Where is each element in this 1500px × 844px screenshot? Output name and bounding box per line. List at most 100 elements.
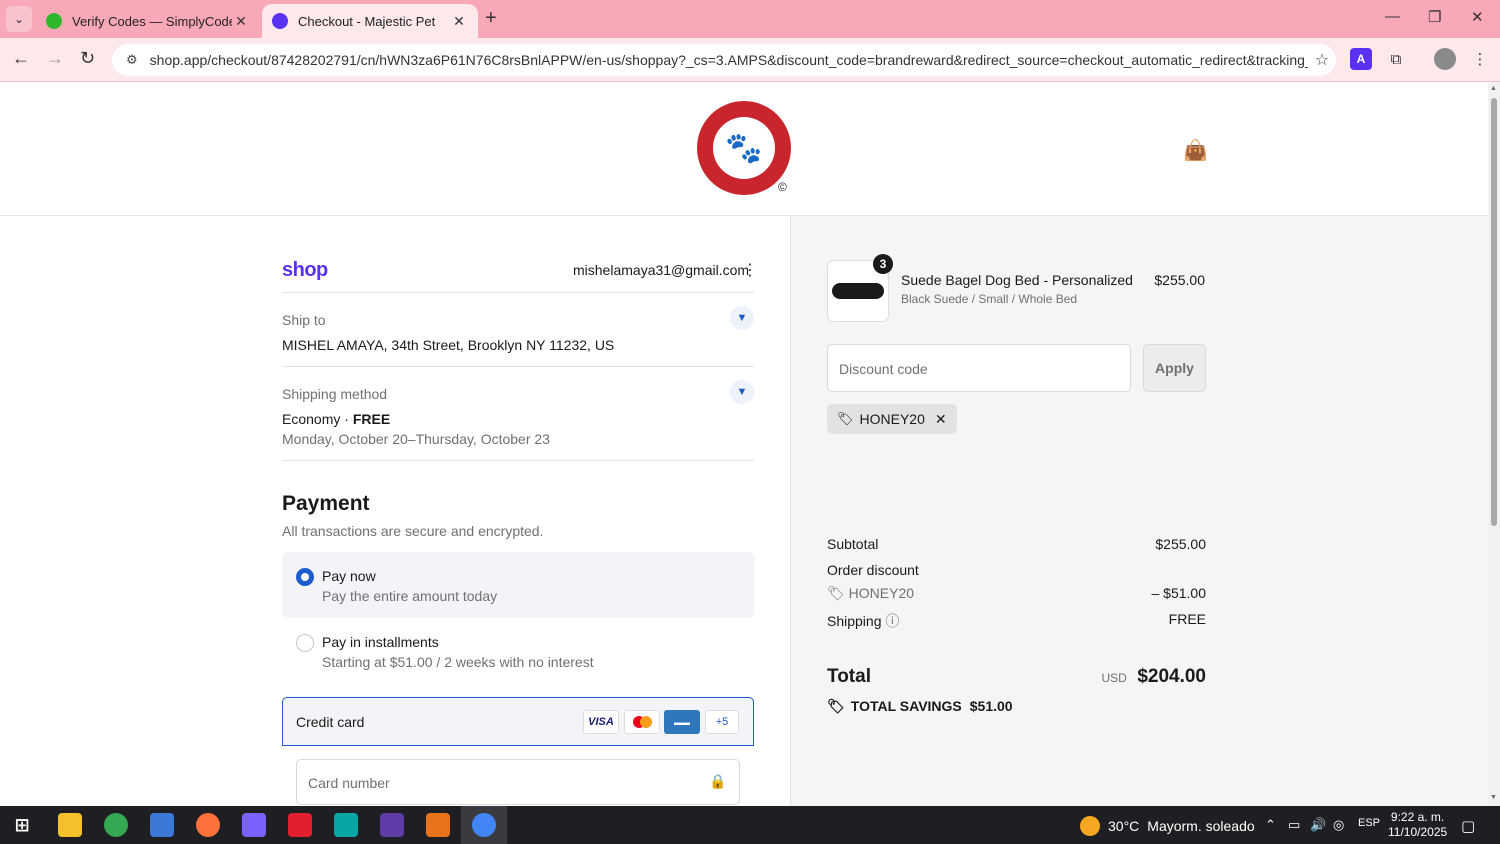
ship-to-label: Ship to — [282, 312, 326, 328]
pay-now-radio[interactable] — [296, 568, 314, 586]
site-info-icon[interactable]: ⚙ — [126, 52, 138, 68]
extension-a-icon[interactable]: A — [1350, 48, 1372, 70]
total-label: Total — [827, 666, 871, 687]
more-options-icon[interactable]: ⋮ — [742, 260, 758, 280]
shopping-bag-icon[interactable]: 👜 — [1183, 138, 1208, 163]
chevron-up-icon[interactable]: ⌃ — [1265, 817, 1276, 833]
shipping-value: FREE — [1168, 611, 1206, 627]
start-windows-icon[interactable]: ⊞ — [10, 813, 34, 837]
scrollbar-thumb[interactable] — [1491, 98, 1497, 526]
windows-taskbar: ⊞ 30°C Mayorm. soleado ⌃ ▭ 🔊 ◎ ESP 9:22 … — [0, 806, 1500, 844]
amex-icon: ▬▬ — [664, 710, 700, 734]
checkout-page: 🐾 © 👜 shop mishelamaya31@gmail.com ⋮ Shi… — [0, 82, 1488, 806]
tab-checkout[interactable]: Checkout - Majestic Pet ✕ — [262, 4, 478, 38]
presentation-app-icon[interactable] — [334, 813, 358, 837]
scroll-up-icon[interactable]: ▲ — [1490, 85, 1497, 92]
chrome-icon[interactable] — [104, 813, 128, 837]
shipping-method-value: Economy · FREE — [282, 411, 390, 427]
copilot-icon[interactable] — [242, 813, 266, 837]
clock-time: 9:22 a. m. — [1390, 810, 1445, 824]
new-tab-button[interactable]: + — [485, 7, 497, 30]
close-tab-icon[interactable]: ✕ — [232, 13, 250, 30]
divider — [282, 366, 754, 367]
shipping-row: Shipping ⓘ FREE — [827, 611, 1206, 631]
calculator-icon[interactable] — [150, 813, 174, 837]
file-explorer-icon[interactable] — [58, 813, 82, 837]
installments-radio[interactable] — [296, 634, 314, 652]
option-subtitle: Pay the entire amount today — [322, 588, 498, 604]
majestic-pet-logo[interactable]: 🐾 — [697, 101, 791, 195]
shipping-label-wrap: Shipping ⓘ — [827, 611, 899, 631]
firefox-icon[interactable] — [196, 813, 220, 837]
pay-now-option[interactable]: Pay now Pay the entire amount today — [282, 552, 754, 618]
notifications-icon[interactable]: ▢ — [1461, 817, 1475, 835]
address-bar[interactable]: ⚙ shop.app/checkout/87428202791/cn/hWN3z… — [112, 44, 1336, 76]
product-price: $255.00 — [1154, 272, 1205, 288]
help-circle-icon[interactable]: ⓘ — [885, 613, 899, 629]
weather-sun-icon — [1080, 816, 1100, 836]
pay-in-installments-option[interactable]: Pay in installments Starting at $51.00 /… — [282, 618, 754, 684]
restore-icon[interactable]: ❐ — [1428, 8, 1441, 26]
shipping-label: Shipping — [827, 613, 882, 629]
card-number-field[interactable]: Card number 🔒 — [296, 759, 740, 805]
discount-code-input[interactable]: Discount code — [827, 344, 1131, 392]
discount-code-line: 🏷 HONEY20 — [827, 585, 914, 602]
discount-code-text: HONEY20 — [848, 585, 915, 601]
order-summary: 3 Suede Bagel Dog Bed - Personalized Bla… — [790, 216, 1488, 806]
browser-menu-icon[interactable]: ⋮ — [1469, 48, 1491, 70]
discount-value: – $51.00 — [1151, 585, 1207, 601]
network-icon[interactable]: ▭ — [1288, 817, 1300, 833]
savings-row: 🏷 TOTAL SAVINGS $51.00 — [827, 698, 1206, 715]
minimize-icon[interactable]: — — [1385, 8, 1400, 25]
tab-search-button[interactable]: ⌄ — [6, 6, 32, 32]
back-icon[interactable]: ← — [12, 48, 30, 69]
sync-icon[interactable]: ◎ — [1333, 817, 1344, 833]
weather-widget[interactable]: 30°C Mayorm. soleado — [1080, 816, 1255, 836]
page-scrollbar[interactable]: ▲ ▼ — [1488, 82, 1500, 806]
apply-button[interactable]: Apply — [1143, 344, 1206, 392]
divider — [282, 292, 754, 293]
tab-label: Verify Codes — SimplyCodes — [72, 13, 232, 29]
close-window-icon[interactable]: ✕ — [1471, 8, 1484, 26]
url-text[interactable]: shop.app/checkout/87428202791/cn/hWN3za6… — [150, 52, 1308, 68]
presentation-app-orange-icon[interactable] — [426, 813, 450, 837]
savings-value: $51.00 — [969, 698, 1013, 714]
subtotal-label: Subtotal — [827, 536, 879, 552]
currency-label: USD — [1101, 671, 1127, 685]
order-discount-row: Order discount — [827, 562, 1206, 578]
order-discount-label: Order discount — [827, 562, 919, 578]
shop-favicon-icon — [272, 13, 288, 29]
tab-simplycodes[interactable]: Verify Codes — SimplyCodes ✕ — [36, 4, 260, 38]
divider — [282, 460, 754, 461]
forward-icon[interactable]: → — [46, 48, 64, 69]
wps-office-icon[interactable] — [288, 813, 312, 837]
close-tab-icon[interactable]: ✕ — [450, 13, 468, 30]
presentation-app-purple-icon[interactable] — [380, 813, 404, 837]
shop-logo: shop — [282, 259, 328, 281]
option-title: Pay now — [322, 568, 376, 584]
subtotal-row: Subtotal $255.00 — [827, 536, 1206, 552]
shipping-method-name: Economy · — [282, 411, 353, 427]
shipping-method-chevron-down-icon[interactable]: ▼ — [730, 380, 754, 404]
reload-icon[interactable]: ↻ — [80, 48, 95, 69]
volume-icon[interactable]: 🔊 — [1310, 817, 1326, 833]
extensions-puzzle-icon[interactable]: ⧉ — [1385, 48, 1407, 70]
credit-card-option[interactable]: Credit card VISA ▬▬ +5 — [282, 697, 754, 746]
remove-discount-icon[interactable]: ✕ — [935, 411, 947, 428]
chrome-profile-active-icon[interactable] — [461, 806, 507, 844]
visa-icon: VISA — [583, 710, 619, 734]
savings-tag-icon: 🏷 — [827, 698, 845, 714]
applied-code: HONEY20 — [859, 411, 925, 427]
scroll-down-icon[interactable]: ▼ — [1490, 794, 1497, 801]
weather-temp: 30°C — [1108, 818, 1140, 834]
savings-label: TOTAL SAVINGS — [850, 698, 962, 714]
bookmark-star-icon[interactable]: ☆ — [1308, 50, 1336, 70]
system-clock[interactable]: 9:22 a. m. 11/10/2025 — [1388, 810, 1447, 840]
ship-to-chevron-down-icon[interactable]: ▼ — [730, 306, 754, 330]
quantity-badge: 3 — [873, 254, 893, 274]
profile-avatar[interactable] — [1434, 48, 1456, 70]
payment-subtitle: All transactions are secure and encrypte… — [282, 523, 544, 539]
weather-text: Mayorm. soleado — [1147, 818, 1255, 834]
language-indicator[interactable]: ESP — [1358, 817, 1380, 829]
account-email: mishelamaya31@gmail.com — [573, 262, 750, 278]
